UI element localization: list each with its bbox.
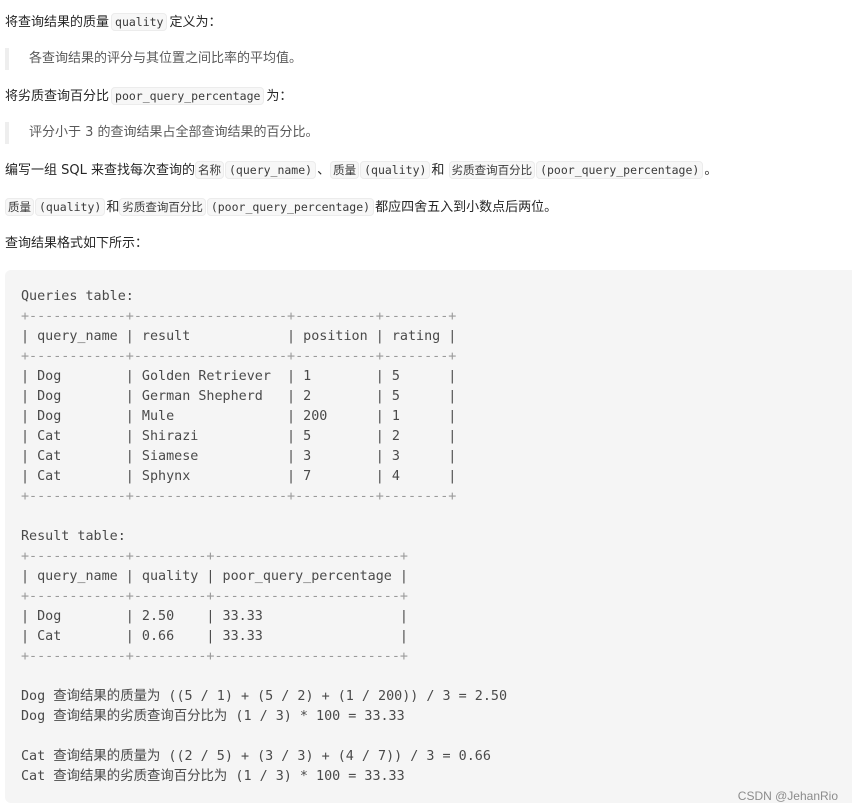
quality-code: quality <box>111 13 168 31</box>
result-row: | Dog | 2.50 | 33.33 | <box>21 609 408 624</box>
poor-definition-suffix: 为： <box>266 89 293 104</box>
example-pre: Queries table: +------------+------------… <box>21 287 507 787</box>
watermark: CSDN @JehanRio <box>737 789 838 803</box>
poor-code-2: (poor_query_percentage) <box>536 161 704 179</box>
result-title: Result table: <box>21 529 126 544</box>
quality-code-3: (quality) <box>35 198 106 216</box>
poor-code-3: (poor_query_percentage) <box>206 198 375 216</box>
and-text: 和 <box>431 163 445 178</box>
table-border: +------------+-------------------+------… <box>21 489 457 504</box>
queries-title: Queries table: <box>21 289 134 304</box>
task-line-1: 编写一组 SQL 来查找每次查询的 名称 (query_name)、质量 (quali… <box>5 160 717 181</box>
format-intro: 查询结果格式如下所示： <box>5 236 149 251</box>
poor-cn-2: 劣质查询百分比 <box>119 198 206 216</box>
explanation-line: Dog 查询结果的质量为 ((5 / 1) + (5 / 2) + (1 / 2… <box>21 689 508 704</box>
task-prefix: 编写一组 SQL 来查找每次查询的 <box>5 163 195 178</box>
table-border: +------------+---------+----------------… <box>21 589 408 604</box>
table-border: +------------+-------------------+------… <box>21 349 457 364</box>
explanations: Dog 查询结果的质量为 ((5 / 1) + (5 / 2) + (1 / 2… <box>21 687 507 787</box>
queries-row: | Cat | Siamese | 3 | 3 | <box>21 449 457 464</box>
quality-code-2: (quality) <box>360 161 431 179</box>
queries-row: | Dog | Golden Retriever | 1 | 5 | <box>21 369 457 384</box>
quality-quote: 各查询结果的评分与其位置之间比率的平均值。 <box>5 48 302 70</box>
poor-cn: 劣质查询百分比 <box>448 161 536 179</box>
explanation-line: Cat 查询结果的劣质查询百分比为 (1 / 3) * 100 = 33.33 <box>21 769 405 784</box>
table-border: +------------+---------+----------------… <box>21 549 408 564</box>
quality-definition-prefix: 将查询结果的质量 <box>5 15 110 30</box>
quality-definition-suffix: 定义为： <box>169 15 222 30</box>
table-border: +------------+-------------------+------… <box>21 309 457 324</box>
explanation-line: Dog 查询结果的劣质查询百分比为 (1 / 3) * 100 = 33.33 <box>21 709 405 724</box>
quality-cn: 质量 <box>330 161 360 179</box>
queries-row: | Cat | Shirazi | 5 | 2 | <box>21 429 457 444</box>
table-header: | query_name | result | position | ratin… <box>21 329 457 344</box>
poor-definition-prefix: 将劣质查询百分比 <box>5 89 110 104</box>
and-text-2: 和 <box>106 200 120 215</box>
poor-code: poor_query_percentage <box>111 87 265 105</box>
quality-definition: 将查询结果的质量 quality 定义为： <box>5 12 222 33</box>
quality-cn-2: 质量 <box>5 198 34 216</box>
poor-definition: 将劣质查询百分比 poor_query_percentage 为： <box>5 86 292 107</box>
result-table: +------------+---------+----------------… <box>21 547 507 667</box>
result-row: | Cat | 0.66 | 33.33 | <box>21 629 408 644</box>
explanation-line: Cat 查询结果的质量为 ((2 / 5) + (3 / 3) + (4 / 7… <box>21 749 491 764</box>
name-cn: 名称 <box>195 161 224 179</box>
sep: 、 <box>317 163 331 178</box>
end-punct: 。 <box>704 163 718 178</box>
queries-row: | Dog | Mule | 200 | 1 | <box>21 409 457 424</box>
table-header: | query_name | quality | poor_query_perc… <box>21 569 408 584</box>
queries-row: | Cat | Sphynx | 7 | 4 | <box>21 469 457 484</box>
queries-table: +------------+-------------------+------… <box>21 307 507 507</box>
rounding-text: 都应四舍五入到小数点后两位。 <box>375 200 558 215</box>
poor-quote: 评分小于 3 的查询结果占全部查询结果的百分比。 <box>5 122 319 144</box>
explanation-line <box>21 727 507 747</box>
table-border: +------------+---------+----------------… <box>21 649 408 664</box>
name-code: (query_name) <box>225 161 317 179</box>
queries-row: | Dog | German Shepherd | 2 | 5 | <box>21 389 457 404</box>
task-line-2: 质量 (quality) 和劣质查询百分比 (poor_query_percentag… <box>5 197 557 218</box>
